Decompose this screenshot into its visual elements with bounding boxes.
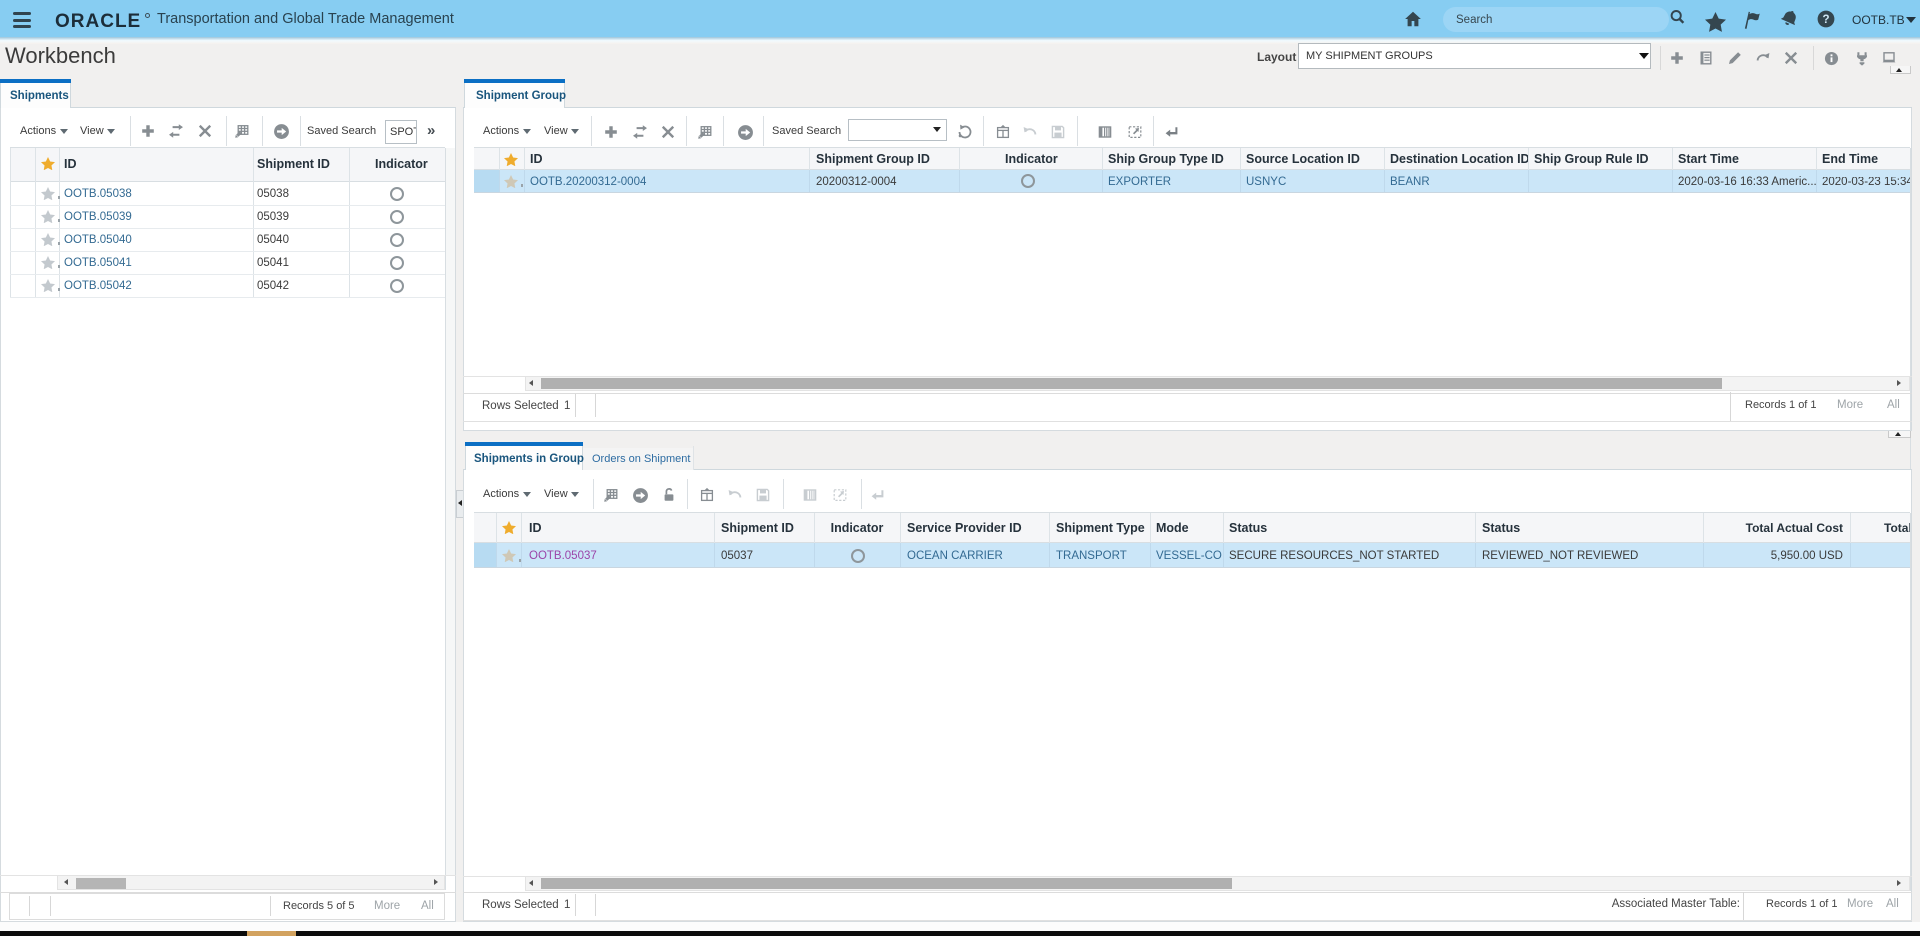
svg-text:?: ?	[1822, 14, 1829, 26]
